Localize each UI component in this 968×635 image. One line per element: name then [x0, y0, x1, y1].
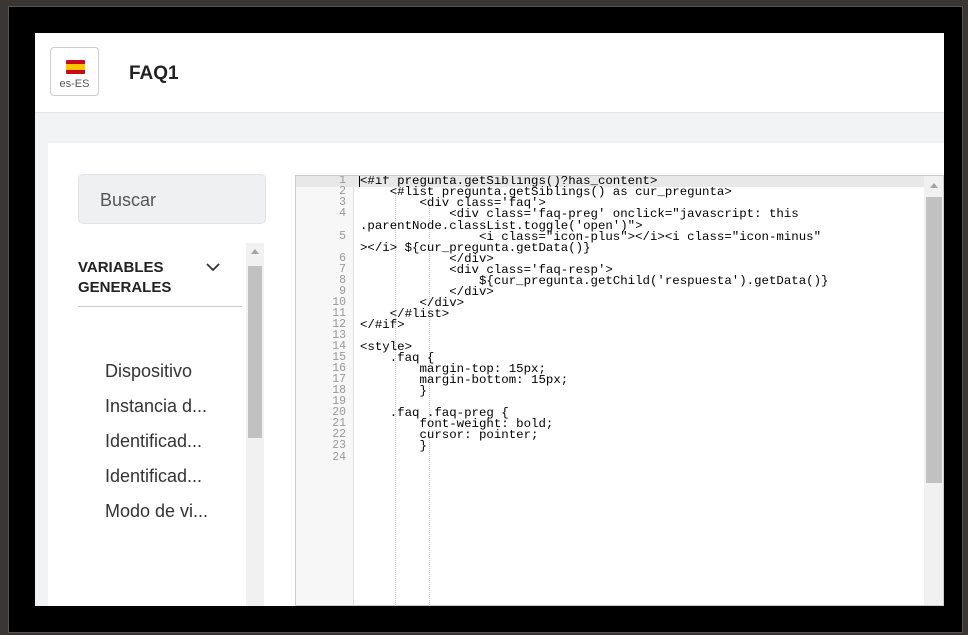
line-number: 5: [339, 229, 346, 243]
app-window: es-ES FAQ1 Buscar VARIABLES GENERALES Di…: [35, 33, 944, 606]
sidebar-scrollbar-thumb[interactable]: [248, 266, 262, 438]
page-header: es-ES FAQ1: [35, 33, 944, 113]
code-lines[interactable]: 1 <#if pregunta.getSiblings()?has_content…: [296, 176, 924, 605]
sidebar-scrollbar[interactable]: [246, 243, 264, 606]
language-selector-button[interactable]: es-ES: [50, 47, 99, 96]
code-line[interactable]: 23 }: [296, 439, 924, 454]
code-text: </#if>: [360, 317, 405, 332]
variables-sidebar: VARIABLES GENERALES Dispositivo Instanci…: [78, 243, 268, 606]
code-line[interactable]: 24: [296, 450, 924, 464]
line-number: 4: [339, 207, 346, 221]
variable-item-identificador-1[interactable]: Identificad...: [105, 428, 208, 463]
code-line[interactable]: 12 </#if>: [296, 317, 924, 332]
page-title: FAQ1: [129, 63, 179, 84]
spain-flag-icon: [66, 60, 85, 74]
code-line[interactable]: 18 }: [296, 384, 924, 399]
variable-item-modo-de-vista[interactable]: Modo de vi...: [105, 498, 208, 533]
scroll-up-arrow-icon[interactable]: [930, 183, 938, 188]
code-text: }: [360, 439, 427, 454]
scroll-up-arrow-icon[interactable]: [251, 249, 259, 254]
code-text: }: [360, 384, 427, 399]
editor-scrollbar-thumb[interactable]: [926, 197, 942, 483]
variable-item-dispositivo[interactable]: Dispositivo: [105, 358, 208, 393]
chevron-down-icon: [206, 263, 220, 272]
language-code: es-ES: [59, 78, 90, 90]
template-editor-panel: Buscar VARIABLES GENERALES Dispositivo I…: [48, 143, 944, 606]
variable-item-identificador-2[interactable]: Identificad...: [105, 463, 208, 498]
variable-item-instancia[interactable]: Instancia d...: [105, 393, 208, 428]
editor-scrollbar[interactable]: [924, 176, 943, 605]
variables-list: Dispositivo Instancia d... Identificad..…: [105, 358, 208, 533]
line-number: 24: [332, 450, 346, 464]
variables-section-header[interactable]: VARIABLES GENERALES: [78, 258, 242, 307]
search-input[interactable]: Buscar: [78, 174, 266, 224]
code-editor[interactable]: 1 <#if pregunta.getSiblings()?has_content…: [295, 175, 944, 606]
variables-section-title: VARIABLES GENERALES: [78, 259, 172, 296]
